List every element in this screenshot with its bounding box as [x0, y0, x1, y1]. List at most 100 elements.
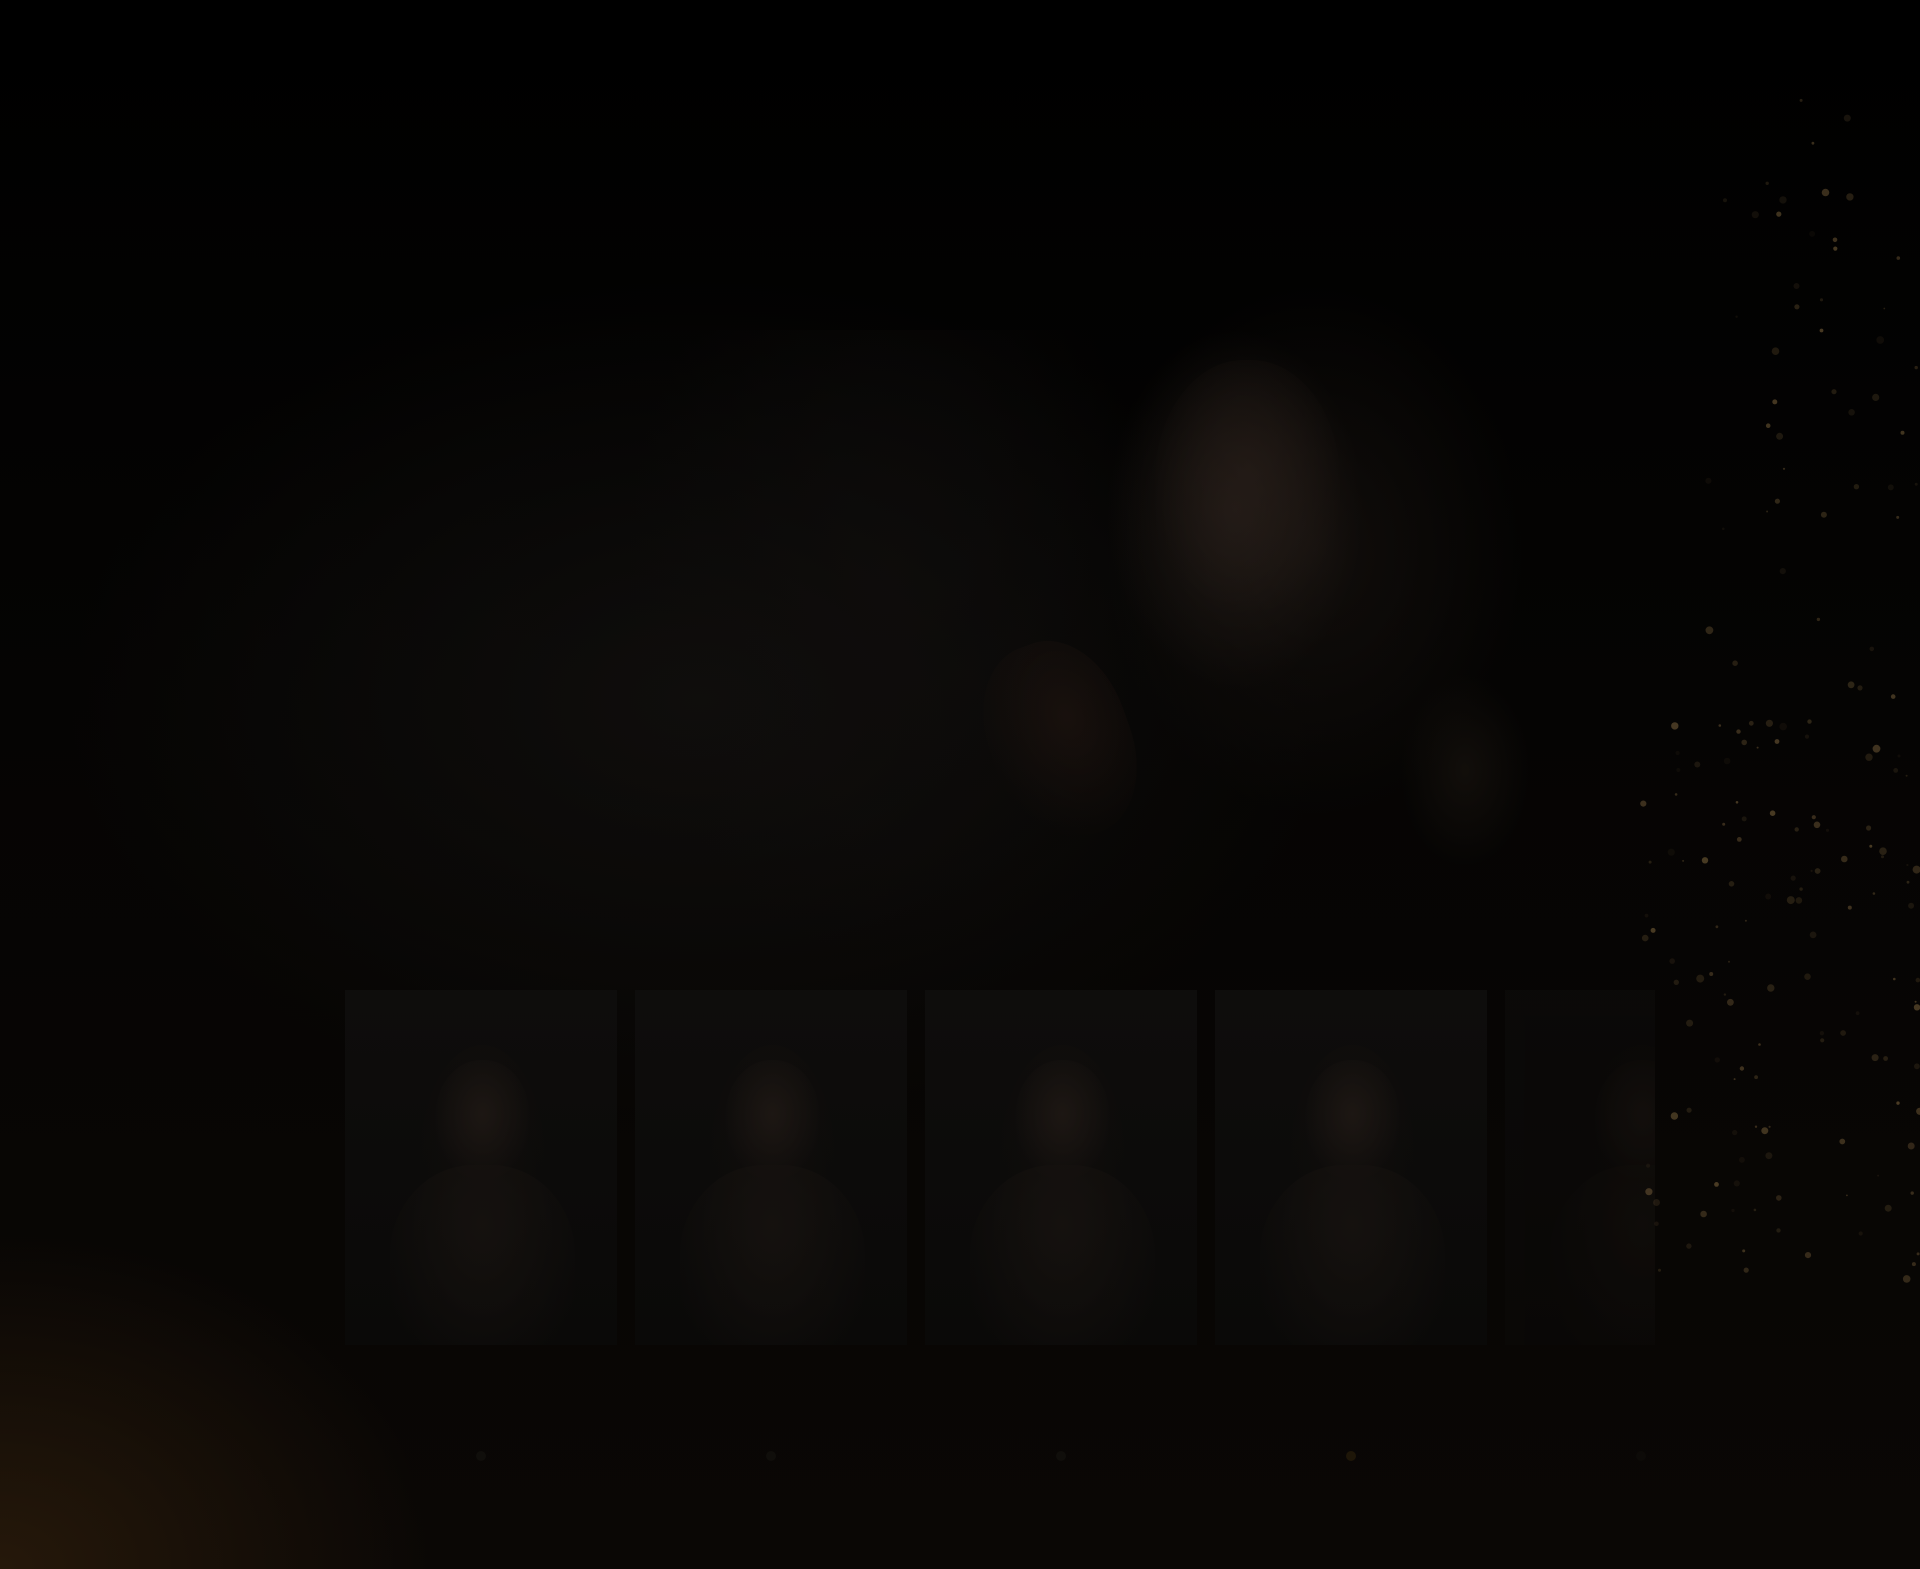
cast-card[interactable]	[925, 990, 1197, 1461]
sparkle-dot	[1869, 646, 1875, 652]
sparkle-dot	[1766, 510, 1769, 513]
cast-carousel[interactable]	[345, 990, 1655, 1470]
sparkle-dot	[1832, 237, 1838, 243]
sparkle-dot	[1872, 892, 1876, 895]
sparkle-dot	[1786, 896, 1795, 905]
sparkle-dot	[1779, 722, 1787, 731]
page-backdrop	[0, 0, 1920, 1569]
cast-name	[635, 1363, 907, 1405]
sparkle-dot	[1742, 1249, 1746, 1253]
sparkle-dot	[1644, 913, 1649, 918]
hero-backdrop	[630, 330, 1150, 950]
cast-name	[925, 1363, 1197, 1405]
sparkle-dot	[1758, 1043, 1761, 1046]
sparkle-dot	[1839, 1138, 1846, 1145]
sparkle-dot	[1811, 815, 1816, 820]
sparkle-dot	[1769, 810, 1776, 816]
sparkle-dot	[1731, 1208, 1735, 1213]
sparkle-dot	[1771, 347, 1780, 356]
photo-head	[1015, 1060, 1110, 1180]
sparkle-dot	[1701, 857, 1709, 864]
sparkle-dot	[1840, 1030, 1846, 1036]
sparkle-dot	[1756, 746, 1759, 749]
sparkle-dot	[1753, 1208, 1757, 1212]
sparkle-dot	[1807, 719, 1812, 724]
sparkle-dot	[1674, 793, 1678, 796]
sparkle-dot	[1686, 1243, 1692, 1249]
sparkle-dot	[1804, 1252, 1812, 1259]
sparkle-dot	[1872, 744, 1881, 753]
sparkle-dot	[1912, 865, 1920, 874]
sparkle-dot	[1741, 739, 1747, 746]
sparkle-dot	[1804, 734, 1810, 739]
sparkle-dot	[1722, 527, 1725, 531]
sparkle-dot	[1916, 1252, 1920, 1256]
sparkle-dot	[1866, 825, 1872, 831]
cast-indicator-dot	[1056, 1451, 1066, 1461]
sparkle-dot	[1705, 626, 1714, 635]
sparkle-dot	[1728, 881, 1735, 887]
photo-body	[1550, 1165, 1655, 1345]
sparkle-dot	[1820, 1038, 1825, 1043]
sparkle-dot	[1819, 328, 1824, 333]
sparkle-dot	[1914, 482, 1918, 486]
sparkle-dot	[1877, 1174, 1880, 1177]
sparkle-dot	[1718, 724, 1722, 727]
cast-role	[925, 1411, 1197, 1437]
sparkle-dot	[1841, 855, 1848, 863]
sparkle-dot	[1890, 694, 1896, 699]
cast-card[interactable]	[1215, 990, 1487, 1461]
sparkle-dot	[1722, 822, 1726, 826]
cast-role	[635, 1411, 907, 1437]
sparkle-dot	[1816, 617, 1821, 622]
sparkle-dot	[1847, 905, 1852, 910]
sparkle-dot	[1799, 98, 1803, 102]
hero-text-block	[205, 500, 965, 518]
sparkle-dot	[1879, 847, 1887, 855]
sparkle-dot	[1843, 114, 1851, 122]
sparkle-dot	[1779, 196, 1787, 204]
photo-body	[1260, 1165, 1445, 1345]
sparkle-dot	[1667, 848, 1675, 856]
sparkle-dot	[1675, 750, 1680, 756]
cast-card[interactable]	[635, 990, 907, 1461]
sparkle-dot	[1884, 1204, 1892, 1212]
sparkle-dot	[1765, 181, 1769, 185]
photo-head	[725, 1060, 820, 1180]
sparkle-dot	[1733, 1180, 1740, 1187]
sparkle-dot	[1914, 365, 1918, 370]
sparkle-dot	[1715, 925, 1719, 929]
sparkle-dot	[1768, 1125, 1771, 1128]
sparkle-dot	[1857, 685, 1863, 691]
sparkle-dot	[1736, 837, 1742, 842]
cast-indicator-dot	[1636, 1451, 1646, 1461]
sparkle-dot	[1648, 860, 1652, 864]
sparkle-dot	[1793, 283, 1800, 289]
sparkle-dot	[1819, 1031, 1825, 1036]
sparkle-dot	[1819, 298, 1824, 302]
sparkle-dot	[1804, 973, 1811, 980]
sparkle-dot	[1911, 1262, 1916, 1267]
sparkle-dot	[1790, 875, 1796, 881]
sparkle-dot	[1673, 979, 1680, 985]
sparkle-dot	[1814, 868, 1821, 874]
sparkle-dot	[1872, 393, 1880, 401]
sparkle-dot	[1794, 304, 1800, 310]
sparkle-dot	[1887, 484, 1894, 491]
cast-indicator-dot-active	[1346, 1451, 1356, 1461]
cast-card[interactable]	[1505, 990, 1655, 1461]
sparkle-dot	[1669, 958, 1675, 964]
sparkle-dot	[1658, 1268, 1661, 1272]
sparkle-dot	[1855, 1011, 1860, 1016]
sparkle-dot	[1900, 430, 1905, 435]
sparkle-dot	[1743, 1267, 1749, 1273]
sparkle-dot	[1774, 498, 1780, 504]
sparkle-dot	[1776, 1195, 1782, 1201]
sparkle-dot	[1682, 859, 1685, 862]
sparkle-dot	[1650, 927, 1656, 933]
sparkle-dot	[1914, 1000, 1917, 1003]
photo-head	[435, 1060, 530, 1180]
cast-card[interactable]	[345, 990, 617, 1461]
sparkle-dot	[1847, 681, 1855, 689]
sparkle-dot	[1799, 887, 1803, 891]
